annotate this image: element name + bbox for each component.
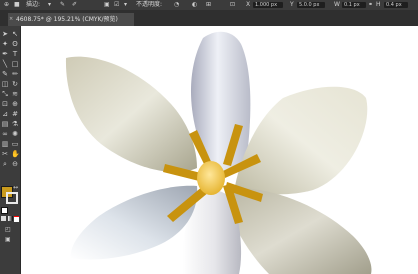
x-field[interactable]: 1.000 px xyxy=(253,2,283,8)
y-field[interactable]: 5.0.0 px xyxy=(297,2,325,8)
default-colors-icon[interactable] xyxy=(1,207,8,214)
eraser-tool-icon[interactable]: ◫ xyxy=(1,80,9,88)
perspective-grid-tool-icon[interactable]: ⊿ xyxy=(1,110,9,118)
transform-icon[interactable]: ⊡ xyxy=(230,0,235,10)
rectangle-tool-icon[interactable]: □ xyxy=(11,60,19,68)
document-tab-title: 4608.75* @ 195.21% (CMYK/预览) xyxy=(16,16,118,23)
zoom-out-tool-icon[interactable]: ⊖ xyxy=(11,160,19,168)
document-tab[interactable]: × 4608.75* @ 195.21% (CMYK/预览) xyxy=(8,13,134,26)
align-icon[interactable]: ⊞ xyxy=(206,0,211,10)
h-field[interactable]: 0.4 px xyxy=(384,2,408,8)
petal-bottom-right xyxy=(225,187,372,274)
lasso-tool-icon[interactable]: ʘ xyxy=(11,40,19,48)
eyedropper-tool-icon[interactable]: ⚗ xyxy=(11,120,19,128)
rotate-tool-icon[interactable]: ↻ xyxy=(11,80,19,88)
artboard-tool-icon[interactable]: ▭ xyxy=(11,140,19,148)
pencil-tool-icon[interactable]: ✏ xyxy=(11,70,19,78)
petal-right-upper xyxy=(235,86,368,195)
h-label-icon: H xyxy=(376,1,381,8)
fill-icon[interactable]: ■ xyxy=(14,0,20,10)
stroke-weight-dropdown[interactable]: ▾ xyxy=(48,0,51,10)
petal-left-upper xyxy=(65,56,197,173)
checkbox-icon[interactable]: ☑ xyxy=(114,0,119,10)
gradient-tool-icon[interactable]: ▤ xyxy=(1,120,9,128)
scale-tool-icon[interactable]: ⤡ xyxy=(1,90,9,98)
chevron-down-icon[interactable]: ▾ xyxy=(124,0,127,10)
warp-tool-icon[interactable]: ≋ xyxy=(11,90,19,98)
style-icon[interactable]: ◐ xyxy=(192,0,197,10)
color-mode-icon[interactable] xyxy=(1,216,6,221)
draw-mode-icon[interactable]: ◰ xyxy=(5,226,11,233)
brush-icon[interactable]: ✎ xyxy=(60,0,65,10)
artboard-canvas[interactable] xyxy=(21,26,418,274)
recolor-icon[interactable]: ◔ xyxy=(174,0,179,10)
tools-panel: ➤ ↖ ✦ ʘ ✒ T ╲ □ ✎ ✏ ◫ ↻ ⤡ ≋ ⊡ ⊕ ⊿ # ▤ ⚗ … xyxy=(0,26,21,274)
shape-builder-tool-icon[interactable]: ⊕ xyxy=(11,100,19,108)
path-icon[interactable]: ⊕ xyxy=(4,0,9,10)
hand-tool-icon[interactable]: ✋ xyxy=(11,150,20,158)
line-tool-icon[interactable]: ╲ xyxy=(1,60,9,68)
symbol-sprayer-tool-icon[interactable]: ✺ xyxy=(11,130,19,138)
stroke-swatch[interactable] xyxy=(6,192,18,204)
close-icon[interactable]: × xyxy=(9,13,13,26)
type-tool-icon[interactable]: T xyxy=(11,50,19,58)
swap-colors-icon[interactable]: ↔ xyxy=(13,184,18,191)
magic-wand-tool-icon[interactable]: ✦ xyxy=(1,40,9,48)
paintbrush-tool-icon[interactable]: ✎ xyxy=(1,70,9,78)
screen-mode-icon[interactable]: ▣ xyxy=(5,236,11,243)
slice-tool-icon[interactable]: ✂ xyxy=(1,150,9,158)
link-icon[interactable]: ⚭ xyxy=(368,0,373,10)
free-transform-tool-icon[interactable]: ⊡ xyxy=(1,100,9,108)
mesh-tool-icon[interactable]: # xyxy=(11,110,19,118)
direct-selection-tool-icon[interactable]: ↖ xyxy=(11,30,19,38)
column-graph-tool-icon[interactable]: ▥ xyxy=(1,140,9,148)
w-field[interactable]: 0.1 px xyxy=(342,2,366,8)
x-label-icon: X xyxy=(246,1,251,8)
flower-center xyxy=(197,161,225,195)
blend-tool-icon[interactable]: ∞ xyxy=(1,130,9,138)
y-label-icon: Y xyxy=(290,1,294,8)
align-left-icon[interactable]: ▣ xyxy=(104,0,110,10)
document-tab-bar: × 4608.75* @ 195.21% (CMYK/预览) xyxy=(0,10,418,26)
petal-left-lower xyxy=(70,185,198,260)
pen-tool-icon[interactable]: ✒ xyxy=(1,50,9,58)
opacity-label: 不透明度: xyxy=(136,1,163,8)
zoom-tool-icon[interactable]: ⌕ xyxy=(1,160,9,168)
selection-tool-icon[interactable]: ➤ xyxy=(1,30,9,38)
flower-artwork xyxy=(65,31,372,274)
w-label-icon: W xyxy=(334,1,340,8)
control-bar: ⊕ ■ 描边: ▾ ✎ ✐ ▣ ☑ ▾ 不透明度: ◔ ◐ ⊞ ⊡ X 1.00… xyxy=(0,0,418,10)
illustrator-window: ⊕ ■ 描边: ▾ ✎ ✐ ▣ ☑ ▾ 不透明度: ◔ ◐ ⊞ ⊡ X 1.00… xyxy=(0,0,418,274)
none-mode-icon[interactable] xyxy=(14,216,19,222)
gradient-mode-icon[interactable] xyxy=(8,216,13,221)
style-label: 描边: xyxy=(26,1,41,8)
variable-width-icon[interactable]: ✐ xyxy=(72,0,77,10)
